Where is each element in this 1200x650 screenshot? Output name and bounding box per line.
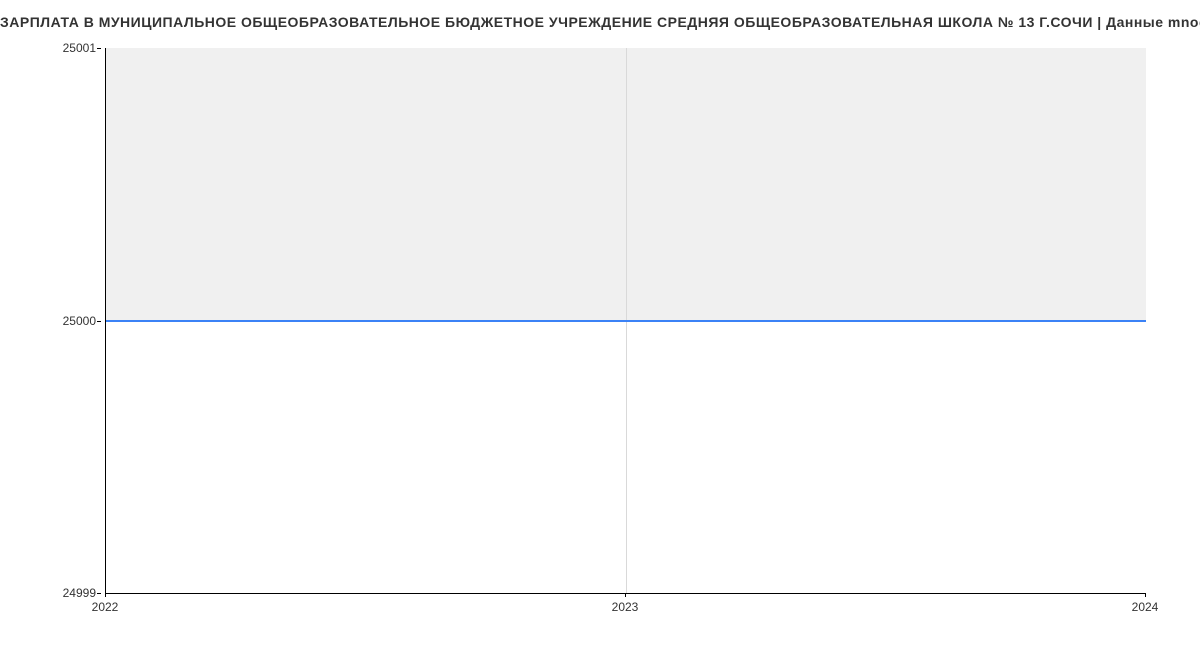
x-tick <box>105 593 106 597</box>
chart-container: ЗАРПЛАТА В МУНИЦИПАЛЬНОЕ ОБЩЕОБРАЗОВАТЕЛ… <box>0 0 1200 650</box>
chart-title: ЗАРПЛАТА В МУНИЦИПАЛЬНОЕ ОБЩЕОБРАЗОВАТЕЛ… <box>0 14 1190 30</box>
x-tick-label: 2023 <box>612 600 639 614</box>
data-line <box>106 320 1146 322</box>
y-tick-label: 24999 <box>63 586 96 600</box>
x-axis <box>105 593 1145 597</box>
y-tick-label: 25000 <box>63 314 96 328</box>
y-tick <box>97 321 101 322</box>
x-tick <box>625 593 626 597</box>
plot-area <box>105 48 1146 594</box>
y-tick <box>97 48 101 49</box>
x-tick-label: 2024 <box>1132 600 1159 614</box>
y-tick <box>97 593 101 594</box>
x-tick <box>1145 593 1146 597</box>
y-tick-label: 25001 <box>63 41 96 55</box>
x-tick-label: 2022 <box>92 600 119 614</box>
